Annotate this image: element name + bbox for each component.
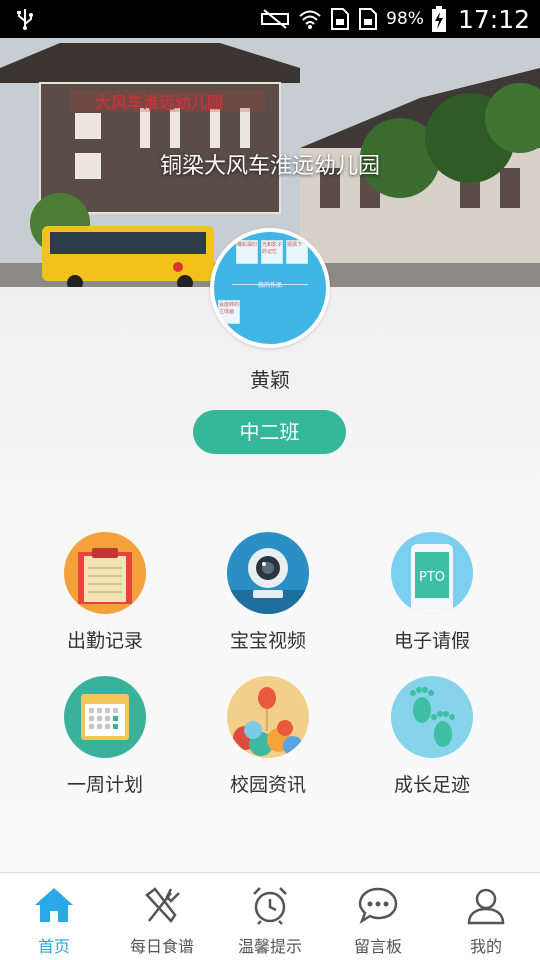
avatar-card: 猜猜下 — [286, 240, 308, 264]
status-bar: 98% 17:12 — [0, 0, 540, 38]
nav-tips[interactable]: 温馨提示 — [216, 873, 324, 960]
pto-label: PTO — [419, 570, 445, 585]
user-icon — [467, 888, 505, 925]
avatar[interactable]: 罐彩漏印 光和影子的记忆 猜猜下 我的作品 会旋转的立体画 — [210, 228, 330, 348]
sim-card-icon — [331, 8, 350, 30]
feature-label: 校园资讯 — [229, 774, 306, 796]
calendar-icon — [64, 676, 146, 758]
chat-bubble-icon — [358, 887, 398, 925]
feature-label: 成长足迹 — [393, 774, 470, 796]
vibrate-icon — [261, 9, 290, 29]
nav-label: 温馨提示 — [237, 937, 302, 956]
usb-icon — [17, 9, 33, 30]
clipboard-icon — [64, 532, 146, 614]
nav-label: 我的 — [469, 937, 502, 956]
feature-label: 电子请假 — [393, 630, 470, 652]
avatar-caption: 我的作品 — [257, 282, 282, 289]
feature-weekly-plan[interactable]: 一周计划 — [30, 676, 180, 797]
clock: 17:12 — [457, 4, 530, 34]
alarm-clock-icon — [253, 887, 287, 925]
nav-label: 留言板 — [353, 937, 402, 956]
nav-home[interactable]: 首页 — [0, 873, 108, 960]
webcam-icon — [227, 532, 309, 614]
home-icon — [35, 888, 73, 922]
feature-campus-news[interactable]: 校园资讯 — [193, 676, 343, 797]
school-name: 铜梁大风车淮远幼儿园 — [159, 154, 380, 179]
footprints-icon — [391, 676, 473, 758]
nav-daily-menu[interactable]: 每日食谱 — [108, 873, 216, 960]
nav-label: 首页 — [37, 937, 70, 956]
feature-leave-request[interactable]: PTO 电子请假 — [357, 532, 507, 653]
fork-knife-icon — [145, 887, 180, 924]
balloons-icon — [227, 676, 309, 758]
battery-percent: 98% — [386, 9, 424, 29]
child-name: 黄颖 — [250, 368, 290, 392]
avatar-card: 光和影子的记忆 — [261, 240, 283, 264]
feature-attendance[interactable]: 出勤记录 — [30, 532, 180, 653]
wifi-icon — [299, 10, 321, 29]
feature-growth-footprints[interactable]: 成长足迹 — [357, 676, 507, 797]
battery-charging-icon — [431, 6, 446, 32]
nav-mine[interactable]: 我的 — [432, 873, 540, 960]
feature-label: 一周计划 — [66, 774, 143, 796]
phone-pto-icon: PTO — [391, 532, 473, 614]
nav-message-board[interactable]: 留言板 — [324, 873, 432, 960]
avatar-card: 罐彩漏印 — [236, 240, 258, 264]
building-sign: 大风车淮远幼儿园 — [95, 93, 223, 112]
feature-baby-video[interactable]: 宝宝视频 — [193, 532, 343, 653]
class-badge[interactable]: 中二班 — [193, 410, 346, 454]
avatar-card: 会旋转的立体画 — [218, 300, 240, 324]
bottom-nav: 首页 每日食谱 温馨提示 留言板 我的 — [0, 872, 540, 960]
nav-label: 每日食谱 — [129, 937, 194, 956]
sim-card-icon-2 — [359, 8, 378, 30]
feature-label: 出勤记录 — [66, 630, 143, 652]
feature-label: 宝宝视频 — [229, 630, 306, 652]
